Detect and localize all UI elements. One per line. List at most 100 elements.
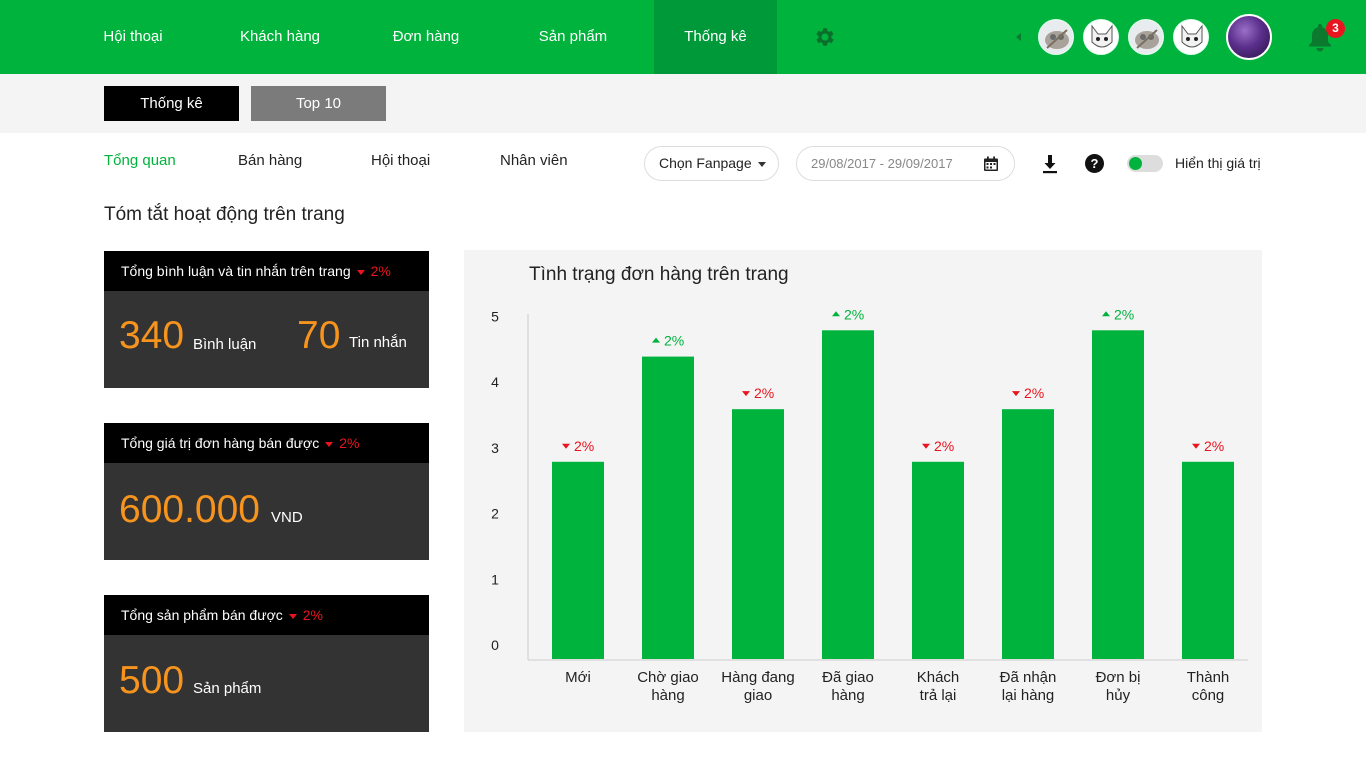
tab-sales[interactable]: Bán hàng: [238, 152, 302, 169]
y-tick-label: 1: [491, 571, 499, 587]
download-icon[interactable]: [1041, 154, 1059, 174]
messages-unit: Tin nhắn: [349, 334, 407, 351]
caret-up-icon: [832, 311, 840, 317]
card-title: Tổng giá trị đơn hàng bán được: [121, 435, 320, 451]
x-tick-label: giao: [744, 687, 772, 704]
revenue-card: Tổng giá trị đơn hàng bán được 2% 600.000…: [104, 423, 429, 560]
avatar[interactable]: [1083, 19, 1119, 55]
fanpage-select[interactable]: Chọn Fanpage: [644, 146, 779, 181]
nav-orders[interactable]: Đơn hàng: [381, 0, 471, 74]
help-icon[interactable]: ?: [1085, 154, 1104, 173]
comments-count: 340: [119, 314, 185, 357]
change-value: 2%: [339, 435, 360, 451]
change-indicator: 2%: [288, 607, 323, 623]
x-tick-label: Đã nhận: [1000, 669, 1057, 686]
products-value: 500: [119, 659, 185, 702]
x-tick-label: hàng: [831, 687, 864, 704]
bar-change-label: 2%: [574, 438, 594, 454]
y-tick-label: 2: [491, 506, 499, 522]
avatar[interactable]: [1173, 19, 1209, 55]
avatar[interactable]: [1128, 19, 1164, 55]
caret-down-icon: [1012, 391, 1020, 397]
revenue-unit: VND: [271, 509, 303, 526]
x-tick-label: hàng: [651, 687, 684, 704]
date-range-value: 29/08/2017 - 29/09/2017: [811, 156, 953, 171]
x-tick-label: Hàng đang: [721, 669, 794, 686]
gear-icon[interactable]: [813, 25, 837, 49]
change-indicator: 2%: [356, 263, 391, 279]
caret-down-icon: [288, 613, 297, 619]
revenue-value: 600.000: [119, 488, 260, 531]
comments-card: Tổng bình luận và tin nhắn trên trang 2% …: [104, 251, 429, 388]
messages-count: 70: [297, 314, 341, 357]
bar-change-label: 2%: [664, 333, 684, 349]
subtab-bar: Thống kê Top 10: [0, 74, 1366, 133]
x-tick-label: Đã giao: [822, 669, 874, 686]
nav-products[interactable]: Sản phẩm: [527, 0, 619, 74]
caret-down-icon: [1192, 443, 1200, 449]
caret-down-icon: [325, 441, 334, 447]
bar: [822, 330, 874, 659]
avatar[interactable]: [1038, 19, 1074, 55]
card-title: Tổng sản phẩm bán được: [121, 607, 283, 623]
x-tick-label: Chờ giao: [637, 669, 699, 686]
card-header: Tổng giá trị đơn hàng bán được 2%: [104, 423, 429, 463]
caret-down-icon: [562, 443, 570, 449]
notification-badge: 3: [1326, 19, 1345, 38]
nav-statistics[interactable]: Thống kê: [654, 0, 777, 74]
nav-customers[interactable]: Khách hàng: [230, 0, 330, 74]
show-values-toggle[interactable]: [1127, 155, 1163, 172]
x-tick-label: Khách: [917, 669, 960, 686]
bar: [552, 461, 604, 659]
date-range-input[interactable]: 29/08/2017 - 29/09/2017: [796, 146, 1015, 181]
caret-down-icon: [742, 391, 750, 397]
caret-up-icon: [1102, 311, 1110, 317]
bar-change-label: 2%: [754, 385, 774, 401]
caret-down-icon: [356, 269, 365, 275]
section-title: Tóm tắt hoạt động trên trang: [104, 204, 345, 225]
y-tick-label: 5: [491, 308, 499, 324]
bar: [732, 409, 784, 659]
user-avatar[interactable]: [1226, 14, 1272, 60]
fanpage-select-label: Chọn Fanpage: [659, 155, 752, 171]
y-tick-label: 3: [491, 440, 499, 456]
card-title: Tổng bình luận và tin nhắn trên trang: [121, 263, 351, 279]
change-value: 2%: [370, 263, 391, 279]
x-tick-label: công: [1192, 687, 1225, 704]
tab-overview[interactable]: Tổng quan: [104, 152, 176, 169]
calendar-icon[interactable]: [983, 156, 999, 172]
x-tick-label: Đơn bị: [1096, 669, 1141, 686]
card-header: Tổng sản phẩm bán được 2%: [104, 595, 429, 635]
subtab-statistics[interactable]: Thống kê: [104, 86, 239, 121]
bar-change-label: 2%: [1024, 385, 1044, 401]
change-value: 2%: [302, 607, 323, 623]
bar: [642, 356, 694, 659]
bar-change-label: 2%: [1204, 438, 1224, 454]
x-tick-label: hủy: [1106, 687, 1131, 704]
change-indicator: 2%: [325, 435, 359, 451]
card-header: Tổng bình luận và tin nhắn trên trang 2%: [104, 251, 429, 291]
avatars-scroll-left-icon[interactable]: [1016, 33, 1021, 41]
bar-change-label: 2%: [934, 438, 954, 454]
bar: [1182, 461, 1234, 659]
caret-down-icon: [922, 443, 930, 449]
bar-change-label: 2%: [1114, 306, 1134, 322]
chart-title: Tình trạng đơn hàng trên trang: [529, 264, 789, 285]
order-status-chart: 0123452%Mới2%Chờ giaohàng2%Hàng đanggiao…: [491, 306, 1248, 704]
y-tick-label: 4: [491, 374, 499, 390]
x-tick-label: Thành: [1187, 669, 1230, 686]
toggle-knob: [1129, 157, 1142, 170]
tab-staff[interactable]: Nhân viên: [500, 152, 568, 169]
x-tick-label: trả lại: [920, 687, 957, 704]
y-tick-label: 0: [491, 637, 499, 653]
tab-conversations[interactable]: Hội thoại: [371, 152, 430, 169]
products-unit: Sản phẩm: [193, 680, 262, 697]
nav-conversations[interactable]: Hội thoại: [88, 0, 178, 74]
bar: [1092, 330, 1144, 659]
show-values-label: Hiển thị giá trị: [1175, 155, 1261, 171]
subtab-top10[interactable]: Top 10: [251, 86, 386, 121]
bar-change-label: 2%: [844, 306, 864, 322]
comments-unit: Bình luận: [193, 336, 257, 353]
caret-up-icon: [652, 337, 660, 343]
products-card: Tổng sản phẩm bán được 2% 500 Sản phẩm: [104, 595, 429, 732]
